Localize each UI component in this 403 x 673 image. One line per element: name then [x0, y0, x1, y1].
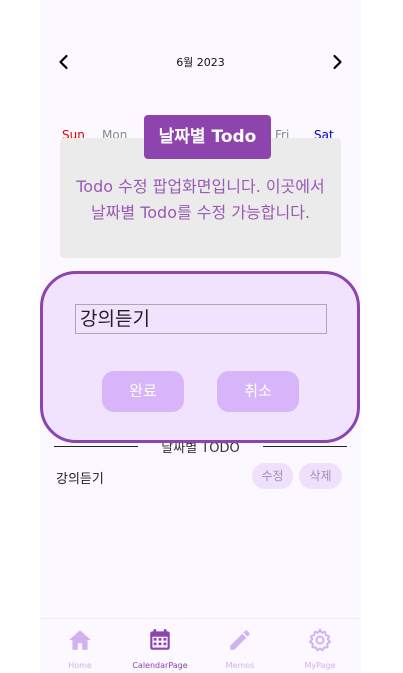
- home-icon: [69, 630, 91, 650]
- cancel-button[interactable]: 취소: [217, 371, 299, 412]
- next-month-button[interactable]: [326, 51, 348, 73]
- todo-edit-input[interactable]: 강의듣기: [75, 304, 327, 334]
- status-bar: [40, 0, 361, 26]
- tab-mypage[interactable]: MyPage: [280, 627, 360, 671]
- confirm-button[interactable]: 완료: [102, 371, 184, 412]
- tab-calendar-label: CalendarPage: [132, 661, 188, 670]
- tab-home[interactable]: Home: [40, 627, 120, 671]
- tab-mypage-label: MyPage: [304, 661, 336, 670]
- calendar-header: 6월 2023: [40, 48, 361, 76]
- divider: [263, 446, 347, 447]
- calendar-icon: [150, 629, 170, 650]
- month-label: 6월 2023: [176, 56, 225, 69]
- edit-todo-button[interactable]: 수정: [252, 463, 293, 489]
- chevron-right-icon: [333, 54, 342, 70]
- gear-icon: [308, 628, 332, 652]
- help-tooltip-text: Todo 수정 팝업화면입니다. 이곳에서 날짜별 Todo를 수정 가능합니다…: [76, 177, 325, 222]
- pencil-icon: [230, 630, 250, 650]
- tab-memos[interactable]: Memos: [200, 627, 280, 671]
- edit-todo-modal: 강의듣기 완료 취소: [40, 271, 360, 443]
- tab-home-label: Home: [68, 661, 92, 670]
- tab-calendar[interactable]: CalendarPage: [120, 627, 200, 671]
- help-tooltip-tag: 날짜별 Todo: [144, 115, 271, 159]
- todo-item: 강의듣기 수정 삭제: [54, 462, 347, 490]
- delete-todo-button[interactable]: 삭제: [299, 463, 342, 489]
- bottom-navigation: Home CalendarPage Memos MyPage: [40, 618, 361, 673]
- tab-memos-label: Memos: [225, 661, 255, 670]
- todo-item-text: 강의듣기: [56, 472, 104, 487]
